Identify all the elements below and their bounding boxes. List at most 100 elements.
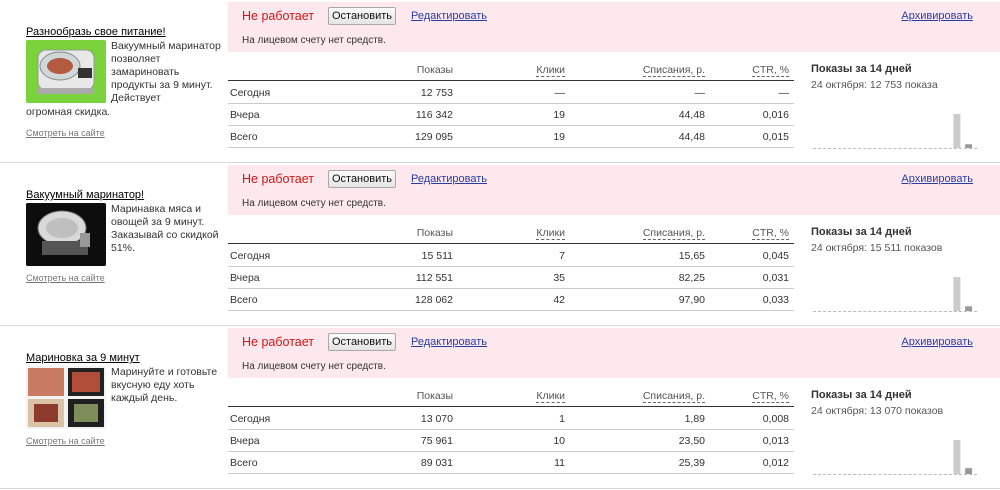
row-shows: 13 070 xyxy=(420,413,453,425)
chart-bar-day-13 xyxy=(953,277,961,311)
view-on-site-link[interactable]: Смотреть на сайте xyxy=(26,273,105,283)
ad-title-link[interactable]: Мариновка за 9 минут xyxy=(26,352,140,364)
row-ctr: 0,013 xyxy=(762,435,789,447)
row-shows: 129 095 xyxy=(415,131,453,143)
balance-note: На лицевом счету нет средств. xyxy=(242,361,386,372)
ad-body-text: Маринуйте и готовьте вкусную еду хоть ка… xyxy=(111,366,218,404)
row-shows: 12 753 xyxy=(420,87,453,99)
row-spent: 1,89 xyxy=(684,413,705,425)
row-ctr: 0,012 xyxy=(762,457,789,469)
row-shows: 15 511 xyxy=(421,250,453,262)
status-text: Не работает xyxy=(242,9,314,23)
row-label: Вчера xyxy=(230,109,260,121)
row-clicks: 42 xyxy=(553,294,565,306)
row-clicks: 10 xyxy=(553,435,565,447)
row-label: Вчера xyxy=(230,435,260,447)
table-row: Всего 89 031 11 25,39 0,012 xyxy=(228,452,794,474)
row-spent: 23,50 xyxy=(678,435,705,447)
balance-note: На лицевом счету нет средств. xyxy=(242,198,386,209)
edit-link[interactable]: Редактировать xyxy=(411,336,487,348)
col-clicks-header[interactable]: Клики xyxy=(536,64,565,77)
view-on-site-link[interactable]: Смотреть на сайте xyxy=(26,128,105,138)
col-clicks-header[interactable]: Клики xyxy=(536,390,565,403)
impressions-chart: Показы за 14 дней 24 октября: 12 753 пок… xyxy=(811,63,977,155)
ad-title-link[interactable]: Вакуумный маринатор! xyxy=(26,189,144,201)
ad-thumbnail-image[interactable] xyxy=(26,40,106,103)
table-row: Вчера 75 961 10 23,50 0,013 xyxy=(228,430,794,452)
row-shows: 89 031 xyxy=(420,457,453,469)
stats-header-row: Показы Клики Списания, р. CTR, % xyxy=(228,388,794,407)
row-clicks: 11 xyxy=(554,457,565,469)
stop-button[interactable]: Остановить xyxy=(328,333,396,351)
col-ctr-header[interactable]: CTR, % xyxy=(752,390,789,403)
table-row: Сегодня 13 070 1 1,89 0,008 xyxy=(228,408,794,430)
row-ctr: 0,033 xyxy=(762,294,789,306)
row-clicks: 1 xyxy=(559,413,565,425)
status-text: Не работает xyxy=(242,172,314,186)
row-spent: 44,48 xyxy=(678,131,705,143)
edit-link[interactable]: Редактировать xyxy=(411,173,487,185)
row-spent: 97,90 xyxy=(678,294,705,306)
row-shows: 116 342 xyxy=(415,109,453,121)
row-label: Всего xyxy=(230,294,258,306)
row-shows: 112 551 xyxy=(415,272,453,284)
row-ctr: 0,045 xyxy=(762,250,789,262)
table-row: Сегодня 12 753 — — — xyxy=(228,82,794,104)
row-clicks: — xyxy=(554,87,566,99)
col-spent-header[interactable]: Списания, р. xyxy=(642,390,705,403)
ad-preview: Вакуумный маринатор! Маринавка мяса и ов… xyxy=(0,163,228,326)
col-spent-header[interactable]: Списания, р. xyxy=(642,64,705,77)
row-label: Сегодня xyxy=(230,250,271,262)
edit-link[interactable]: Редактировать xyxy=(411,10,487,22)
stop-button[interactable]: Остановить xyxy=(328,7,396,25)
archive-link[interactable]: Архивировать xyxy=(901,173,973,185)
chart-bars xyxy=(953,114,973,148)
impressions-chart: Показы за 14 дней 24 октября: 15 511 пок… xyxy=(811,226,977,318)
row-ctr: 0,015 xyxy=(762,131,789,143)
col-ctr-header[interactable]: CTR, % xyxy=(752,227,789,240)
ad-preview: Разнообразь свое питание! Вакуумный мари… xyxy=(0,0,228,163)
col-clicks-header[interactable]: Клики xyxy=(536,227,565,240)
row-label: Сегодня xyxy=(230,413,271,425)
impressions-chart: Показы за 14 дней 24 октября: 13 070 пок… xyxy=(811,389,977,481)
table-row: Вчера 116 342 19 44,48 0,016 xyxy=(228,104,794,126)
ad-status-bar: Не работает Остановить Редактировать Арх… xyxy=(228,165,1000,215)
balance-note: На лицевом счету нет средств. xyxy=(242,35,386,46)
row-clicks: 35 xyxy=(553,272,565,284)
col-ctr-header[interactable]: CTR, % xyxy=(752,64,789,77)
view-on-site-link[interactable]: Смотреть на сайте xyxy=(26,436,105,446)
vacuum-marinator-icon xyxy=(26,203,106,266)
ad-block: Вакуумный маринатор! Маринавка мяса и ов… xyxy=(0,163,1000,326)
ad-block: Разнообразь свое питание! Вакуумный мари… xyxy=(0,0,1000,163)
stats-header-row: Показы Клики Списания, р. CTR, % xyxy=(228,62,794,81)
row-label: Всего xyxy=(230,457,258,469)
row-label: Сегодня xyxy=(230,87,271,99)
row-label: Вчера xyxy=(230,272,260,284)
ad-title-link[interactable]: Разнообразь свое питание! xyxy=(26,26,166,38)
table-row: Вчера 112 551 35 82,25 0,031 xyxy=(228,267,794,289)
row-clicks: 7 xyxy=(559,250,565,262)
col-shows-header: Показы xyxy=(416,64,453,76)
chart-bar-day-13 xyxy=(953,440,961,474)
row-ctr: 0,016 xyxy=(762,109,789,121)
row-spent: — xyxy=(694,87,706,99)
row-label: Всего xyxy=(230,131,258,143)
stop-button[interactable]: Остановить xyxy=(328,170,396,188)
col-spent-header[interactable]: Списания, р. xyxy=(642,227,705,240)
col-shows-header: Показы xyxy=(416,227,453,239)
row-clicks: 19 xyxy=(553,131,565,143)
archive-link[interactable]: Архивировать xyxy=(901,336,973,348)
ad-preview: Мариновка за 9 минут Маринуйте и готовьт… xyxy=(0,326,228,489)
vacuum-marinator-icon xyxy=(26,40,106,103)
ad-block: Мариновка за 9 минут Маринуйте и готовьт… xyxy=(0,326,1000,489)
ad-status-bar: Не работает Остановить Редактировать Арх… xyxy=(228,328,1000,378)
col-shows-header: Показы xyxy=(416,390,453,402)
row-spent: 44,48 xyxy=(678,109,705,121)
ad-thumbnail-image[interactable] xyxy=(26,203,106,266)
ad-status-bar: Не работает Остановить Редактировать Арх… xyxy=(228,2,1000,52)
row-spent: 25,39 xyxy=(678,457,705,469)
row-spent: 82,25 xyxy=(678,272,705,284)
row-ctr: 0,008 xyxy=(762,413,789,425)
ad-thumbnail-image[interactable] xyxy=(26,366,106,429)
archive-link[interactable]: Архивировать xyxy=(901,10,973,22)
